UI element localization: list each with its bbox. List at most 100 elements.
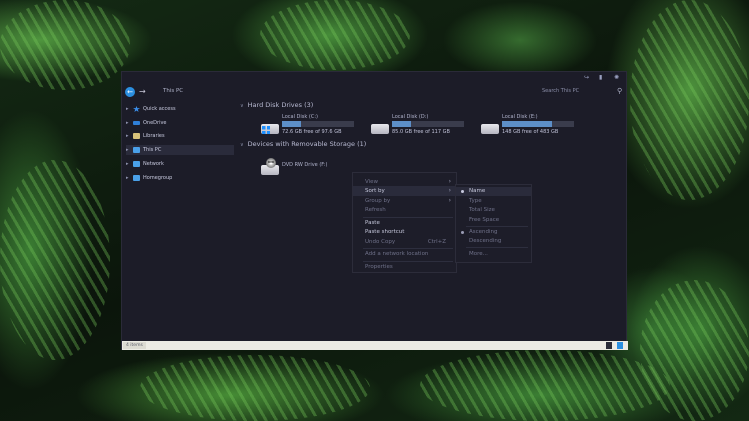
cloud-icon [133, 121, 140, 125]
expand-arrow-icon[interactable]: ▸ [126, 133, 133, 139]
menu-separator [466, 226, 528, 227]
library-icon [133, 133, 140, 139]
fern-leaf [0, 160, 110, 360]
chevron-down-icon[interactable]: ∨ [240, 103, 244, 109]
menu-item-refresh[interactable]: Refresh [353, 205, 456, 215]
menu-item-label: Refresh [365, 207, 386, 213]
drive-d[interactable]: Local Disk (D:) 85.0 GB free of 117 GB [371, 114, 491, 144]
menu-item-label: Type [469, 198, 482, 204]
menu-item-label: Paste shortcut [365, 229, 405, 235]
drive-free-space: 72.6 GB free of 97.6 GB [282, 129, 342, 135]
fern-leaf [630, 0, 749, 200]
fern-leaf [260, 0, 410, 70]
sort-option-type[interactable]: Type [456, 197, 531, 206]
expand-arrow-icon[interactable]: ▸ [126, 147, 133, 153]
menu-shortcut-label: Ctrl+Z [427, 239, 446, 245]
menu-item-label: Ascending [469, 229, 498, 235]
large-icons-view-button[interactable] [617, 342, 623, 349]
drive-name: Local Disk (E:) [502, 114, 538, 120]
selected-dot-icon [461, 231, 464, 234]
menu-item-label: Undo Copy [365, 239, 396, 245]
fern-leaf [640, 280, 749, 421]
menu-item-sort-by[interactable]: Sort by › [353, 186, 456, 196]
chevron-down-icon[interactable]: ∨ [240, 142, 244, 148]
maximize-icon[interactable]: ▮ [599, 74, 602, 81]
sort-option-more[interactable]: More... [456, 250, 531, 259]
fern-leaf [0, 0, 130, 90]
menu-item-label: Total Size [469, 207, 495, 213]
close-icon[interactable]: ✺ [614, 74, 619, 81]
drive-usage-fill [282, 121, 301, 127]
drive-usage-bar [502, 121, 574, 127]
hard-drive-icon [481, 124, 499, 134]
drive-free-space: 85.0 GB free of 117 GB [392, 129, 450, 135]
chevron-right-icon: › [448, 187, 451, 194]
menu-item-label: View [365, 179, 379, 185]
sidebar-item-label: Libraries [143, 133, 165, 139]
sidebar-item-label: Homegroup [143, 175, 173, 181]
sort-order-ascending[interactable]: Ascending [456, 228, 531, 237]
drive-usage-bar [392, 121, 464, 127]
sidebar-item-network[interactable]: ▸ Network [126, 159, 234, 169]
sort-order-descending[interactable]: Descending [456, 237, 531, 246]
menu-item-paste-shortcut[interactable]: Paste shortcut [353, 227, 456, 237]
drive-name: Local Disk (D:) [392, 114, 429, 120]
dvd-disc-icon: DVD [266, 158, 276, 168]
sidebar-item-quick-access[interactable]: ▸ Quick access [126, 104, 234, 114]
menu-item-label: More... [469, 251, 488, 257]
removable-group-header[interactable]: ∨ Devices with Removable Storage (1) [240, 140, 366, 148]
drive-free-space: 148 GB free of 483 GB [502, 129, 559, 135]
windows-logo-icon [262, 126, 270, 134]
details-view-button[interactable] [606, 342, 612, 349]
fern-leaf [140, 355, 370, 421]
drive-usage-bar [282, 121, 354, 127]
drive-name: Local Disk (C:) [282, 114, 318, 120]
menu-item-label: Name [469, 188, 486, 194]
sidebar-item-this-pc[interactable]: ▸ This PC [126, 145, 234, 155]
menu-item-label: Add a network location [365, 251, 429, 257]
menu-item-label: Properties [365, 264, 393, 270]
sidebar-item-label: Quick access [143, 106, 176, 112]
fern-leaf [420, 350, 670, 421]
expand-arrow-icon[interactable]: ▸ [126, 161, 133, 167]
sidebar-item-libraries[interactable]: ▸ Libraries [126, 131, 234, 141]
sort-option-name[interactable]: Name [456, 187, 531, 196]
sidebar-item-onedrive[interactable]: ▸ OneDrive [126, 118, 234, 128]
sort-option-free-space[interactable]: Free Space [456, 216, 531, 225]
item-count: 4 items [123, 342, 146, 349]
sort-option-total-size[interactable]: Total Size [456, 206, 531, 215]
menu-item-add-network-location[interactable]: Add a network location [353, 249, 456, 259]
sidebar-item-label: This PC [143, 147, 162, 153]
search-icon[interactable]: ⚲ [617, 87, 622, 95]
search-input[interactable]: Search This PC [542, 88, 579, 94]
expand-arrow-icon[interactable]: ▸ [126, 120, 133, 126]
expand-arrow-icon[interactable]: ▸ [126, 175, 133, 181]
forward-button[interactable]: → [139, 87, 146, 96]
computer-icon [133, 147, 140, 153]
menu-item-label: Sort by [365, 188, 385, 194]
status-bar: 4 items [122, 341, 628, 350]
menu-item-label: Paste [365, 220, 380, 226]
selected-dot-icon [461, 190, 464, 193]
drive-e[interactable]: Local Disk (E:) 148 GB free of 483 GB [481, 114, 601, 144]
drive-name: DVD RW Drive (F:) [282, 162, 328, 168]
menu-item-properties[interactable]: Properties [353, 262, 456, 272]
sort-by-submenu: Name Type Total Size Free Space Ascendin… [455, 184, 532, 263]
sidebar-item-homegroup[interactable]: ▸ Homegroup [126, 173, 234, 183]
back-button[interactable]: ← [125, 87, 135, 97]
context-menu: View › Sort by › Group by › Refresh Paste P… [352, 172, 457, 273]
hdd-group-label: Hard Disk Drives (3) [247, 101, 314, 109]
expand-arrow-icon[interactable]: ▸ [126, 106, 133, 112]
address-bar[interactable]: This PC [163, 88, 183, 94]
hdd-group-header[interactable]: ∨ Hard Disk Drives (3) [240, 101, 313, 109]
minimize-icon[interactable]: ↪ [584, 74, 589, 81]
removable-group-label: Devices with Removable Storage (1) [247, 140, 367, 148]
sidebar-item-label: Network [143, 161, 164, 167]
drive-usage-fill [502, 121, 552, 127]
star-icon [133, 106, 140, 112]
homegroup-icon [133, 175, 140, 181]
menu-item-undo-copy[interactable]: Undo Copy Ctrl+Z [353, 237, 456, 247]
sidebar-item-label: OneDrive [143, 120, 167, 126]
menu-item-label: Free Space [469, 217, 500, 223]
navigation-pane: ▸ Quick access ▸ OneDrive ▸ Libraries ▸ … [122, 104, 234, 341]
